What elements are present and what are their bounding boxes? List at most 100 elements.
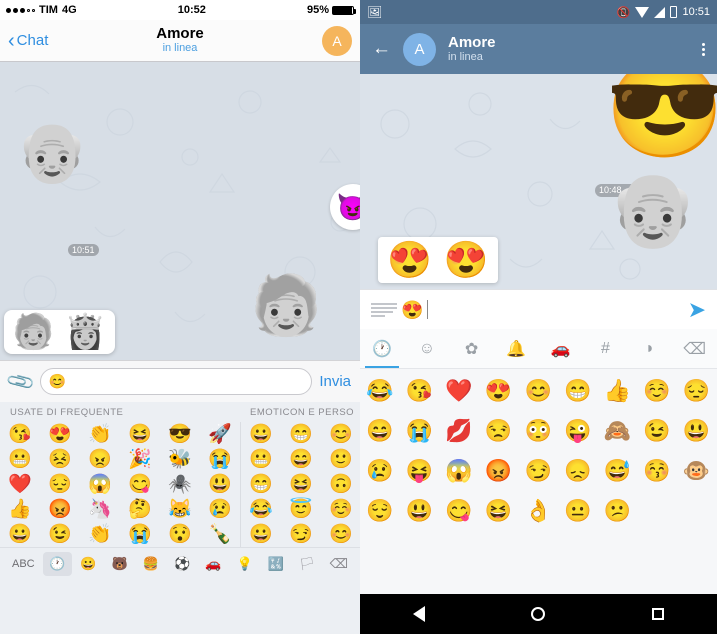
smileys-tab[interactable]: ☺	[405, 329, 450, 368]
emoji-cell[interactable]: 😃	[200, 472, 240, 497]
emoji-cell[interactable]: ❤️	[0, 472, 40, 497]
emoji-cell[interactable]: 😅	[598, 451, 638, 491]
avatar[interactable]: A	[403, 32, 436, 66]
emoji-cell[interactable]: 😂	[360, 371, 400, 411]
emoji-cell[interactable]: 😹	[160, 497, 200, 522]
emoji-cell[interactable]: 😔	[677, 371, 717, 411]
emoji-toggle-icon[interactable]: 😊	[49, 373, 66, 390]
emoji-cell[interactable]: 😜	[558, 411, 598, 451]
emoji-cell[interactable]: 😚	[637, 451, 677, 491]
emoji-cell[interactable]: 😱	[80, 472, 120, 497]
emoji-cell[interactable]: 😃	[677, 411, 717, 451]
emoji-cell[interactable]: 😎	[160, 422, 200, 447]
emoji-cell[interactable]: 😆	[281, 472, 321, 497]
emoji-cell[interactable]: 😯	[160, 522, 200, 547]
backspace-tab[interactable]: ⌫	[672, 329, 717, 368]
emoji-cell[interactable]: 😠	[80, 447, 120, 472]
emoji-cell[interactable]: 😃	[400, 491, 440, 531]
emoji-cell[interactable]: 🙈	[598, 411, 638, 451]
emoji-cell[interactable]: 😋	[439, 491, 479, 531]
backspace-key[interactable]: ⌫	[324, 556, 354, 572]
emoji-cell[interactable]: 👏	[80, 422, 120, 447]
emoji-cell[interactable]: 👍	[0, 497, 40, 522]
message-input[interactable]: 😍	[371, 300, 680, 319]
sticker-message-outgoing[interactable]: 🧓	[250, 277, 322, 335]
emoji-cell[interactable]: 😡	[40, 497, 80, 522]
arrow-left-icon[interactable]: ←	[372, 38, 391, 60]
emoji-cell[interactable]: 😭	[120, 522, 160, 547]
emoji-cell[interactable]: 😁	[241, 472, 281, 497]
sticker-suggestion-1[interactable]: 🧓	[12, 315, 54, 349]
sticker-suggestion-panel[interactable]: 😍 😍	[378, 237, 498, 283]
overflow-menu-icon[interactable]	[702, 42, 705, 56]
nav-home-button[interactable]	[531, 607, 546, 621]
nav-back-button[interactable]	[413, 606, 426, 622]
emoji-cell[interactable]: 😏	[518, 451, 558, 491]
sticker-message-mark-twain[interactable]: 👴	[608, 174, 698, 246]
emoji-cell[interactable]: 😊	[321, 522, 360, 547]
emoji-cell[interactable]: ❤️	[439, 371, 479, 411]
sticker-suggestion-1[interactable]: 😍	[387, 242, 432, 278]
emoji-cell[interactable]: 😁	[558, 371, 598, 411]
emoji-cell[interactable]: 🐝	[160, 447, 200, 472]
emoji-cell[interactable]: 🍾	[200, 522, 240, 547]
emoji-cell[interactable]: 😬	[0, 447, 40, 472]
emoji-cell[interactable]: 😘	[0, 422, 40, 447]
smileys-category[interactable]: 😀	[74, 556, 103, 572]
emoji-cell[interactable]: 😀	[0, 522, 40, 547]
emoji-cell[interactable]: 😳	[518, 411, 558, 451]
emoji-cell[interactable]: 🕷️	[160, 472, 200, 497]
emoji-cell[interactable]: 😄	[360, 411, 400, 451]
emoji-cell[interactable]: 🙂	[321, 447, 360, 472]
emoji-cell[interactable]: 😡	[479, 451, 519, 491]
emoji-cell[interactable]: 😢	[360, 451, 400, 491]
emoji-cell[interactable]: 😆	[479, 491, 519, 531]
emoji-cell[interactable]: 😀	[241, 422, 281, 447]
emoji-cell[interactable]: 😕	[598, 491, 638, 531]
sticker-message-incoming[interactable]: 👴	[16, 124, 88, 182]
emoji-cell[interactable]: 😒	[479, 411, 519, 451]
abc-key[interactable]: ABC	[6, 558, 41, 570]
emoji-cell[interactable]: 🦄	[80, 497, 120, 522]
message-input[interactable]: 😊	[39, 368, 313, 395]
emoji-cell[interactable]: 😊	[518, 371, 558, 411]
symbols-category[interactable]: 🔣	[261, 556, 290, 572]
emoji-cell[interactable]: 😱	[439, 451, 479, 491]
back-to-chat-button[interactable]: ‹ Chat	[8, 31, 48, 51]
avatar[interactable]: A	[322, 25, 352, 56]
emoji-cell[interactable]: 🙃	[321, 472, 360, 497]
ios-chat-area[interactable]: 👴 10:51 🧓 10:52 ✓✓ 😈 🧓 👸	[0, 62, 360, 360]
activity-category[interactable]: ⚽	[168, 556, 197, 572]
emoji-cell[interactable]: 😋	[120, 472, 160, 497]
android-title-block[interactable]: Amore in linea	[448, 34, 496, 64]
food-category[interactable]: 🍔	[136, 556, 165, 572]
attachment-icon[interactable]: 📎	[4, 365, 37, 398]
emoji-cell[interactable]: 👌	[518, 491, 558, 531]
send-button[interactable]: Invia	[319, 373, 351, 390]
emoji-cell[interactable]: 🐵	[677, 451, 717, 491]
emoji-cell[interactable]: 😍	[479, 371, 519, 411]
stickers-tab[interactable]: ◗	[628, 329, 673, 368]
emoji-cell[interactable]: 😞	[558, 451, 598, 491]
sticker-suggestion-panel[interactable]: 🧓 👸	[4, 310, 115, 354]
emoji-cell[interactable]: 😂	[241, 497, 281, 522]
flags-category[interactable]: 🏳	[292, 556, 321, 572]
bell-tab[interactable]: 🔔	[494, 329, 539, 368]
emoji-cell[interactable]: 👏	[80, 522, 120, 547]
animals-category[interactable]: 🐻	[105, 556, 134, 572]
emoji-cell[interactable]: 😆	[120, 422, 160, 447]
symbols-tab[interactable]: #	[583, 329, 628, 368]
emoji-cell[interactable]: 😐	[558, 491, 598, 531]
objects-category[interactable]: 💡	[230, 556, 259, 572]
emoji-cell[interactable]: 😀	[241, 522, 281, 547]
emoji-cell[interactable]: 👍	[598, 371, 638, 411]
emoji-cell[interactable]: ☺️	[321, 497, 360, 522]
send-icon[interactable]: ➤	[688, 297, 706, 323]
emoji-cell[interactable]: 😘	[400, 371, 440, 411]
emoji-cell[interactable]: 😝	[400, 451, 440, 491]
recent-tab[interactable]: 🕐	[360, 329, 405, 368]
emoji-cell[interactable]: 😉	[637, 411, 677, 451]
sticker-suggestion-2[interactable]: 👸	[64, 315, 106, 349]
nature-tab[interactable]: ✿	[449, 329, 494, 368]
emoji-cell[interactable]: 😇	[281, 497, 321, 522]
